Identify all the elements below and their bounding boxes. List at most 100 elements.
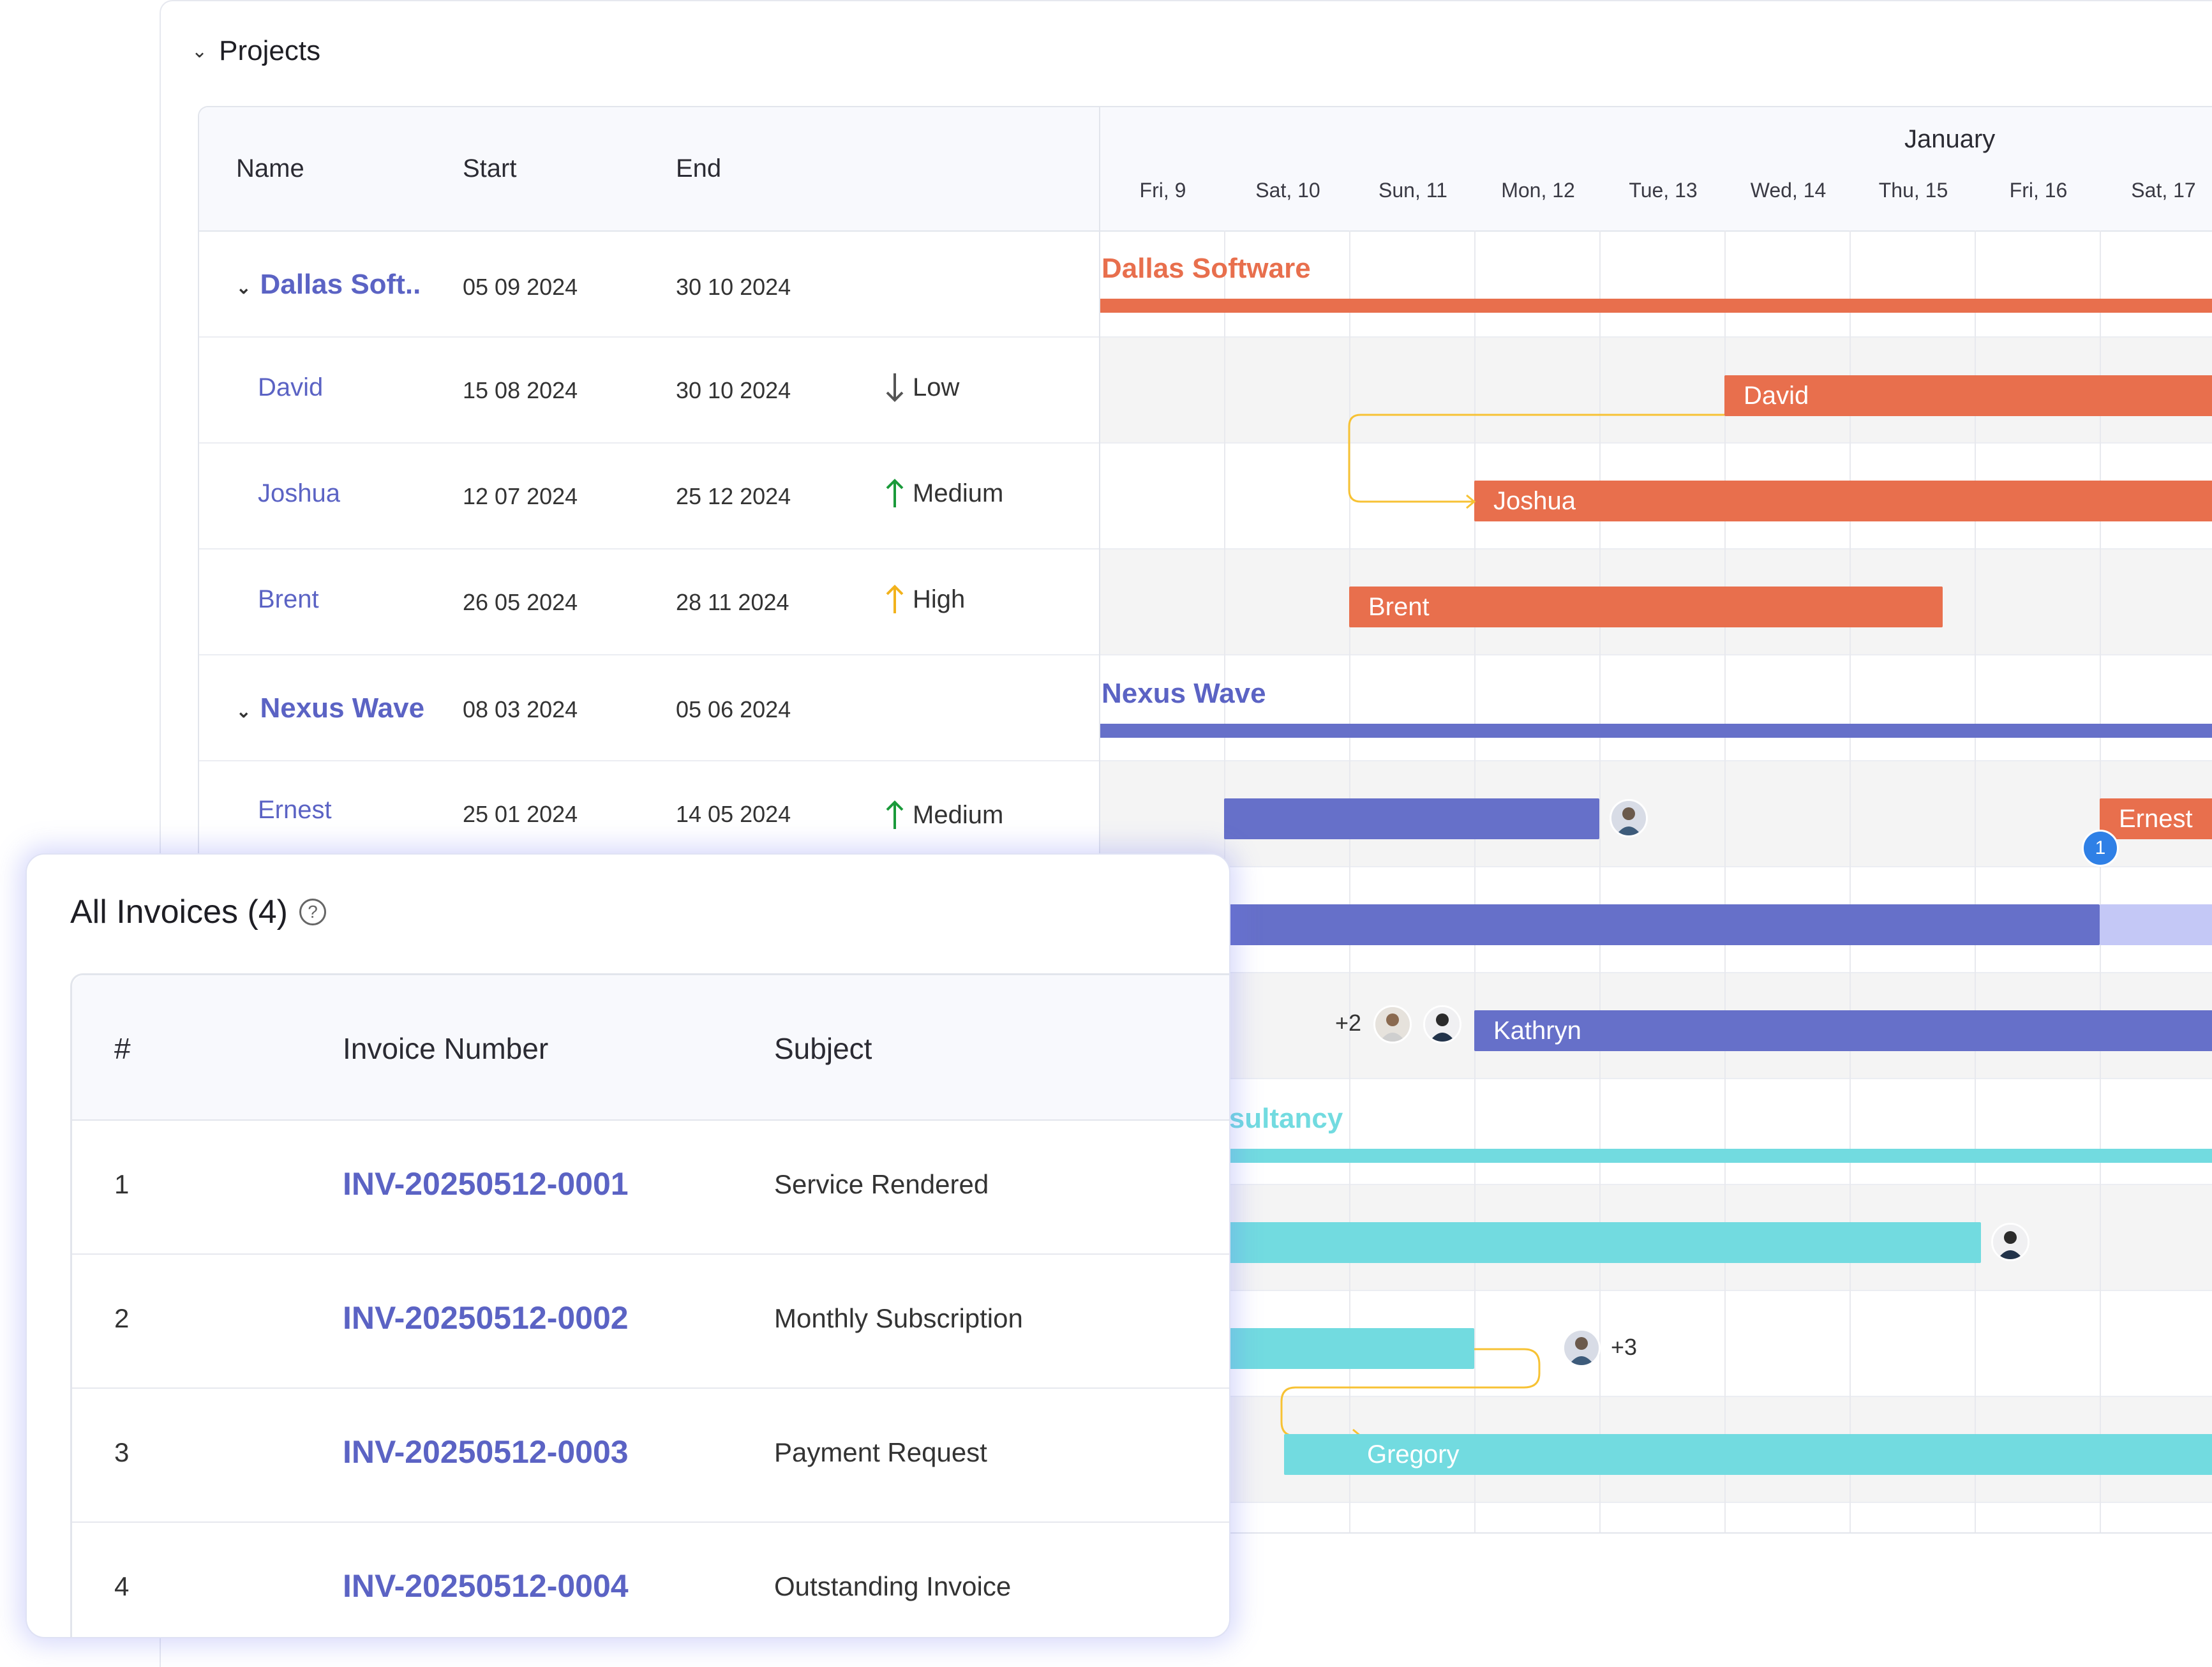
question-circle-icon[interactable]: ?	[299, 899, 326, 925]
invoice-number-link[interactable]: INV-20250512-0001	[343, 1165, 629, 1202]
task-bar-david[interactable]: David	[1724, 375, 2212, 416]
task-name[interactable]: Ernest	[258, 796, 332, 825]
group-bar-dallas[interactable]	[1100, 299, 2212, 313]
task-bar-joshua[interactable]: Joshua	[1474, 481, 2212, 521]
invoice-subject: Service Rendered	[774, 1169, 989, 1199]
task-name[interactable]: David	[258, 373, 323, 402]
task-bar-gregory[interactable]: Gregory	[1284, 1434, 2212, 1475]
group-label-dallas[interactable]: Dallas Software	[1102, 253, 1311, 285]
task-bar-kathryn[interactable]: Kathryn	[1474, 1010, 2212, 1051]
chevron-down-icon[interactable]: ⌄	[191, 40, 207, 63]
chevron-down-icon[interactable]: ⌄	[236, 701, 251, 721]
day-label: Mon, 12	[1501, 179, 1575, 202]
end-date: 28 11 2024	[676, 589, 789, 615]
day-label: Tue, 13	[1629, 179, 1698, 202]
chevron-down-icon[interactable]: ⌄	[236, 278, 251, 297]
page: ⌄ Projects Name Start End January Fri, 9…	[0, 0, 2212, 1667]
task-bar-brent[interactable]: Brent	[1349, 587, 1943, 627]
column-header-invoice-number[interactable]: Invoice Number	[343, 1031, 548, 1066]
task-bar-purple[interactable]	[1100, 904, 2100, 945]
start-date: 25 01 2024	[463, 801, 578, 827]
priority: Medium	[883, 798, 1003, 832]
day-label: Sat, 10	[1255, 179, 1320, 202]
priority: Medium	[883, 477, 1003, 510]
table-row[interactable]: 2 INV-20250512-0002 Monthly Subscription	[72, 1255, 1229, 1389]
start-date: 26 05 2024	[463, 589, 578, 615]
invoice-subject: Monthly Subscription	[774, 1303, 1023, 1333]
avatar[interactable]	[1423, 1005, 1461, 1043]
end-date: 25 12 2024	[676, 483, 791, 509]
grid-line	[1850, 230, 1851, 1532]
avatar[interactable]	[1610, 799, 1648, 837]
grid-line	[1975, 230, 1976, 1532]
month-label: January	[1904, 125, 1996, 153]
row-index: 4	[114, 1571, 130, 1601]
notification-badge[interactable]: 1	[2082, 830, 2119, 867]
task-bar-ernest[interactable]: Ernest	[2100, 798, 2212, 839]
dependency-connector-line	[1361, 414, 1724, 416]
grid-line	[1724, 230, 1726, 1532]
column-header-start[interactable]: Start	[463, 154, 516, 183]
invoice-subject: Payment Request	[774, 1437, 987, 1467]
table-row[interactable]: 1 INV-20250512-0001 Service Rendered	[72, 1121, 1229, 1255]
table-row[interactable]: 4 INV-20250512-0004 Outstanding Invoice	[72, 1523, 1229, 1637]
column-header-subject[interactable]: Subject	[774, 1031, 872, 1066]
end-date: 30 10 2024	[676, 377, 791, 403]
projects-title: Projects	[219, 35, 321, 66]
avatar[interactable]	[1373, 1005, 1412, 1043]
group-label-nexus[interactable]: Nexus Wave	[1102, 678, 1266, 710]
priority: Low	[883, 371, 959, 404]
more-assignees-count[interactable]: +3	[1611, 1334, 1637, 1361]
arrow-up-icon	[886, 479, 904, 507]
day-label: Thu, 15	[1878, 179, 1948, 202]
row-index: 1	[114, 1169, 130, 1199]
day-label: Wed, 14	[1750, 179, 1827, 202]
start-date: 08 03 2024	[463, 696, 578, 722]
table-row[interactable]: ⌄ Dallas Soft.. 05 09 2024 30 10 2024	[199, 232, 2212, 338]
dependency-connector	[1348, 414, 1488, 509]
table-row[interactable]: Ernest 25 01 2024 14 05 2024 Medium	[199, 761, 2212, 867]
gantt-header: Name Start End January Fri, 9 Sat, 10 Su…	[199, 107, 2212, 232]
task-name[interactable]: Brent	[258, 585, 319, 614]
start-date: 05 09 2024	[463, 274, 578, 300]
row-index: 3	[114, 1437, 130, 1467]
table-row[interactable]: 3 INV-20250512-0003 Payment Request	[72, 1389, 1229, 1523]
row-index: 2	[114, 1303, 130, 1333]
end-date: 30 10 2024	[676, 274, 791, 300]
invoice-number-link[interactable]: INV-20250512-0004	[343, 1567, 629, 1604]
column-header-name[interactable]: Name	[236, 154, 304, 183]
invoices-title: All Invoices (4)	[70, 893, 288, 931]
day-label: Sat, 17	[2131, 179, 2196, 202]
start-date: 15 08 2024	[463, 377, 578, 403]
end-date: 05 06 2024	[676, 696, 791, 722]
arrow-up-icon	[886, 585, 904, 613]
invoice-number-link[interactable]: INV-20250512-0002	[343, 1299, 629, 1336]
invoice-number-link[interactable]: INV-20250512-0003	[343, 1433, 629, 1470]
group-name[interactable]: ⌄ Nexus Wave	[236, 692, 424, 724]
invoices-table-header: # Invoice Number Subject	[72, 975, 1229, 1121]
column-header-end[interactable]: End	[676, 154, 721, 183]
arrow-down-icon	[886, 373, 904, 402]
day-label: Fri, 9	[1139, 179, 1186, 202]
more-assignees-count[interactable]: +2	[1335, 1010, 1361, 1036]
avatar[interactable]	[1991, 1223, 2029, 1261]
day-label: Fri, 16	[2009, 179, 2068, 202]
grid-line	[2100, 230, 2101, 1532]
column-header-index[interactable]: #	[114, 1031, 131, 1066]
invoices-header: All Invoices (4) ?	[70, 893, 326, 931]
day-label: Sun, 11	[1379, 179, 1447, 202]
group-name[interactable]: ⌄ Dallas Soft..	[236, 269, 421, 301]
group-bar-nexus[interactable]	[1100, 724, 2212, 738]
group-bar-consultancy[interactable]	[1100, 1149, 2212, 1163]
invoice-subject: Outstanding Invoice	[774, 1571, 1012, 1601]
task-name[interactable]: Joshua	[258, 479, 340, 508]
arrow-up-icon	[886, 800, 904, 829]
start-date: 12 07 2024	[463, 483, 578, 509]
invoices-card: All Invoices (4) ? # Invoice Number Subj…	[26, 853, 1230, 1638]
projects-header[interactable]: ⌄ Projects	[191, 35, 320, 67]
invoices-table: # Invoice Number Subject 1 INV-20250512-…	[70, 973, 1229, 1637]
task-bar-cyan[interactable]	[1100, 1222, 1981, 1263]
task-bar-ernest-planned[interactable]	[1224, 798, 1599, 839]
task-bar-purple-remaining[interactable]	[2100, 904, 2212, 945]
avatar[interactable]	[1562, 1329, 1601, 1367]
